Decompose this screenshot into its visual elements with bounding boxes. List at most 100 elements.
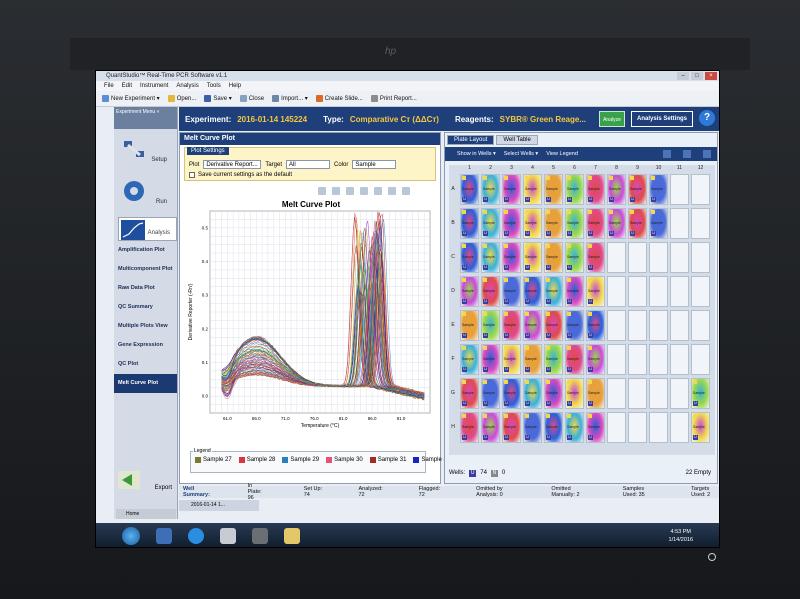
plate-well[interactable]: Sample U — [481, 208, 500, 239]
plate-well[interactable] — [628, 344, 647, 375]
plate-well[interactable] — [649, 310, 668, 341]
plate-well[interactable] — [628, 378, 647, 409]
color-select[interactable]: Sample — [352, 160, 397, 169]
plate-well[interactable]: Sample U — [586, 412, 605, 443]
plate-well[interactable]: Sample U — [460, 344, 479, 375]
nav-export[interactable]: Export — [118, 471, 174, 493]
home-tab[interactable]: Home — [116, 509, 176, 519]
plate-well[interactable]: Sample U — [460, 208, 479, 239]
start-button-icon[interactable] — [122, 527, 140, 545]
target-select[interactable]: All — [286, 160, 331, 169]
plate-well[interactable]: Sample U — [460, 378, 479, 409]
plot-settings-tab[interactable]: Plot Settings — [187, 147, 229, 155]
plate-well[interactable] — [628, 242, 647, 273]
plate-well[interactable]: Sample U — [649, 208, 668, 239]
plate-well[interactable]: Sample U — [544, 344, 563, 375]
plate-well[interactable]: Sample U — [586, 344, 605, 375]
plate-well[interactable]: Sample U — [502, 276, 521, 307]
plate-row-header[interactable]: C — [449, 254, 457, 260]
plate-well[interactable]: Sample U — [502, 242, 521, 273]
plate-well[interactable] — [670, 208, 689, 239]
plate-column-header[interactable]: 7 — [585, 165, 606, 173]
pan-icon[interactable] — [346, 187, 354, 195]
plate-row-header[interactable]: H — [449, 424, 457, 430]
plate-well[interactable]: Sample U — [502, 208, 521, 239]
plate-column-header[interactable]: 8 — [606, 165, 627, 173]
plate-well[interactable]: Sample U — [565, 310, 584, 341]
plate-column-header[interactable]: 5 — [543, 165, 564, 173]
plate-well[interactable]: Sample U — [586, 276, 605, 307]
internet-explorer-icon[interactable] — [188, 528, 204, 544]
plate-well[interactable]: Sample U — [523, 242, 542, 273]
plot-type-select[interactable]: Derivative Report... — [203, 160, 262, 169]
show-in-wells-dropdown[interactable]: Show in Wells ▾ — [457, 151, 496, 157]
plate-well[interactable] — [607, 310, 626, 341]
plate-column-header[interactable]: 3 — [501, 165, 522, 173]
menu-edit[interactable]: Edit — [122, 81, 132, 91]
plate-well[interactable]: Sample U — [502, 310, 521, 341]
plate-well[interactable]: Sample U — [649, 174, 668, 205]
new-experiment-button[interactable]: New Experiment ▾ — [102, 95, 160, 102]
help-icon[interactable]: ? — [699, 110, 715, 126]
plate-well[interactable]: Sample U — [565, 412, 584, 443]
plate-well[interactable]: Sample U — [523, 174, 542, 205]
nav-setup[interactable]: Setup — [114, 129, 177, 171]
plate-well[interactable] — [670, 344, 689, 375]
print-chart-icon[interactable] — [374, 187, 382, 195]
plate-well[interactable]: Sample U — [523, 276, 542, 307]
plate-well[interactable]: Sample U — [460, 174, 479, 205]
plate-well[interactable] — [607, 242, 626, 273]
plate-well[interactable]: Sample U — [565, 378, 584, 409]
plate-well[interactable]: Sample U — [544, 208, 563, 239]
file-explorer-icon[interactable] — [284, 528, 300, 544]
plate-well[interactable] — [628, 412, 647, 443]
zoom-out-icon[interactable] — [332, 187, 340, 195]
plate-well[interactable]: Sample U — [565, 344, 584, 375]
chart-settings-icon[interactable] — [388, 187, 396, 195]
plate-well[interactable]: Sample U — [481, 412, 500, 443]
plate-well[interactable]: Sample U — [460, 276, 479, 307]
plate-well[interactable]: Sample U — [586, 208, 605, 239]
tab-plate-layout[interactable]: Plate Layout — [447, 135, 495, 145]
plate-well[interactable]: Sample U — [607, 208, 626, 239]
menu-tools[interactable]: Tools — [207, 81, 221, 91]
plate-well[interactable]: Sample U — [565, 276, 584, 307]
plate-well[interactable] — [628, 276, 647, 307]
nav-item-multiple-plots-view[interactable]: Multiple Plots View — [114, 317, 177, 336]
plate-column-header[interactable]: 10 — [648, 165, 669, 173]
expand-icon[interactable] — [703, 150, 711, 158]
nav-item-multicomponent-plot[interactable]: Multicomponent Plot — [114, 260, 177, 279]
plate-row-header[interactable]: A — [449, 186, 457, 192]
plate-well[interactable]: Sample U — [502, 174, 521, 205]
plate-well[interactable] — [670, 310, 689, 341]
view-legend-button[interactable]: View Legend — [546, 151, 578, 157]
plate-well[interactable] — [607, 276, 626, 307]
quantstudio-app-icon[interactable] — [252, 528, 268, 544]
plate-well[interactable]: Sample U — [628, 174, 647, 205]
plate-row-header[interactable]: D — [449, 288, 457, 294]
window-switcher-icon[interactable] — [156, 528, 172, 544]
create-slide-button[interactable]: Create Slide... — [315, 95, 363, 102]
plate-row-header[interactable]: E — [449, 322, 457, 328]
plate-column-header[interactable]: 12 — [690, 165, 711, 173]
zoom-plate-icon[interactable] — [663, 150, 671, 158]
plate-well[interactable] — [649, 412, 668, 443]
plate-column-header[interactable]: 1 — [459, 165, 480, 173]
plate-well[interactable]: Sample U — [460, 242, 479, 273]
select-wells-dropdown[interactable]: Select Wells ▾ — [504, 151, 538, 157]
plate-row-header[interactable]: B — [449, 220, 457, 226]
nav-run[interactable]: Run — [114, 171, 177, 213]
plate-column-header[interactable]: 11 — [669, 165, 690, 173]
plate-well[interactable] — [649, 242, 668, 273]
import-button[interactable]: Import... ▾ — [272, 95, 308, 102]
copy-icon[interactable] — [360, 187, 368, 195]
plate-well[interactable]: Sample U — [502, 412, 521, 443]
zoom-in-icon[interactable] — [318, 187, 326, 195]
nav-item-qc-summary[interactable]: QC Summary — [114, 298, 177, 317]
minimize-button[interactable]: – — [677, 72, 689, 80]
plate-well[interactable]: Sample U — [544, 174, 563, 205]
plate-well[interactable]: Sample U — [586, 310, 605, 341]
menu-analysis[interactable]: Analysis — [176, 81, 198, 91]
nav-item-melt-curve-plot[interactable]: Melt Curve Plot — [114, 374, 177, 393]
fit-icon[interactable] — [402, 187, 410, 195]
